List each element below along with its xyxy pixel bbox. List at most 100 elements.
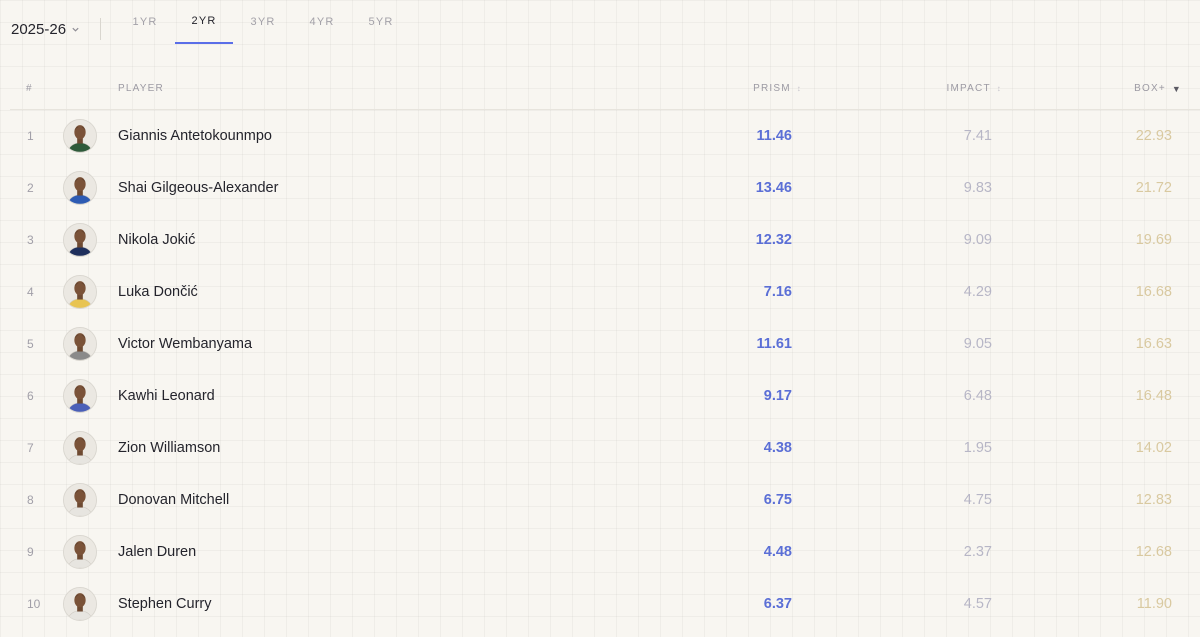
- impact-value: 6.48: [963, 388, 992, 404]
- header-rank: #: [26, 83, 33, 94]
- player-photo-icon: [64, 172, 96, 204]
- sort-descending-icon: ▼: [1171, 83, 1182, 94]
- boxplus-value: 16.63: [1135, 336, 1172, 352]
- table-row[interactable]: 6 Kawhi Leonard 9.17 6.48 16.48: [10, 370, 1200, 422]
- player-photo-icon: [64, 588, 96, 620]
- season-dropdown[interactable]: 2025-26: [11, 18, 80, 40]
- player-name[interactable]: Shai Gilgeous-Alexander: [118, 162, 278, 214]
- rank-cell: 10: [27, 597, 41, 611]
- player-photo-icon: [64, 536, 96, 568]
- leaderboard-table: # PLAYER PRISM ↕ IMPACT ↕ BOX+ ▼ 1 Gianni…: [10, 68, 1200, 630]
- player-avatar: [63, 535, 97, 569]
- player-photo-icon: [64, 276, 96, 308]
- player-name[interactable]: Kawhi Leonard: [118, 370, 215, 422]
- player-avatar: [63, 223, 97, 257]
- player-name[interactable]: Stephen Curry: [118, 578, 212, 630]
- rank-cell: 6: [27, 389, 34, 403]
- player-name[interactable]: Jalen Duren: [118, 526, 196, 578]
- player-name[interactable]: Donovan Mitchell: [118, 474, 229, 526]
- boxplus-value: 16.48: [1135, 388, 1172, 404]
- header-boxplus[interactable]: BOX+ ▼: [1134, 83, 1182, 94]
- player-avatar: [63, 587, 97, 621]
- impact-value: 4.57: [963, 596, 992, 612]
- table-row[interactable]: 1 Giannis Antetokounmpo 11.46 7.41 22.93: [10, 110, 1200, 162]
- boxplus-value: 12.83: [1135, 492, 1172, 508]
- boxplus-value: 14.02: [1135, 440, 1172, 456]
- prism-value: 13.46: [755, 180, 792, 196]
- player-avatar: [63, 379, 97, 413]
- player-photo-icon: [64, 328, 96, 360]
- table-header: # PLAYER PRISM ↕ IMPACT ↕ BOX+ ▼: [10, 68, 1200, 110]
- player-name[interactable]: Luka Dončić: [118, 266, 198, 318]
- impact-value: 9.05: [963, 336, 992, 352]
- impact-value: 4.75: [963, 492, 992, 508]
- player-avatar: [63, 119, 97, 153]
- player-photo-icon: [64, 484, 96, 516]
- table-row[interactable]: 7 Zion Williamson 4.38 1.95 14.02: [10, 422, 1200, 474]
- prism-value: 11.61: [756, 336, 793, 352]
- player-avatar: [63, 327, 97, 361]
- impact-value: 9.09: [963, 232, 992, 248]
- prism-value: 4.38: [763, 440, 792, 456]
- player-photo-icon: [64, 224, 96, 256]
- header-prism[interactable]: PRISM ↕: [753, 83, 802, 94]
- table-body: 1 Giannis Antetokounmpo 11.46 7.41 22.93 2 Sha…: [10, 110, 1200, 630]
- player-avatar: [63, 171, 97, 205]
- rank-cell: 9: [27, 545, 34, 559]
- boxplus-value: 21.72: [1135, 180, 1172, 196]
- rank-cell: 4: [27, 285, 34, 299]
- prism-value: 12.32: [755, 232, 792, 248]
- boxplus-value: 16.68: [1135, 284, 1172, 300]
- table-row[interactable]: 8 Donovan Mitchell 6.75 4.75 12.83: [10, 474, 1200, 526]
- table-row[interactable]: 10 Stephen Curry 6.37 4.57 11.90: [10, 578, 1200, 630]
- player-name[interactable]: Victor Wembanyama: [118, 318, 252, 370]
- table-row[interactable]: 5 Victor Wembanyama 11.61 9.05 16.63: [10, 318, 1200, 370]
- prism-value: 9.17: [763, 388, 792, 404]
- impact-value: 7.41: [963, 128, 992, 144]
- tab-5yr[interactable]: 5YR: [352, 0, 410, 44]
- player-avatar: [63, 275, 97, 309]
- table-row[interactable]: 3 Nikola Jokić 12.32 9.09 19.69: [10, 214, 1200, 266]
- player-avatar: [63, 431, 97, 465]
- boxplus-value: 12.68: [1135, 544, 1172, 560]
- header-rank-label: #: [26, 83, 33, 94]
- boxplus-value: 11.90: [1136, 596, 1172, 612]
- toolbar-divider: [100, 18, 101, 40]
- header-impact-label: IMPACT: [946, 83, 991, 94]
- rank-cell: 5: [27, 337, 34, 351]
- table-row[interactable]: 9 Jalen Duren 4.48 2.37 12.68: [10, 526, 1200, 578]
- rank-cell: 3: [27, 233, 34, 247]
- boxplus-value: 19.69: [1135, 232, 1172, 248]
- table-row[interactable]: 2 Shai Gilgeous-Alexander 13.46 9.83 21.72: [10, 162, 1200, 214]
- impact-value: 2.37: [963, 544, 992, 560]
- prism-value: 6.37: [763, 596, 792, 612]
- player-name[interactable]: Zion Williamson: [118, 422, 220, 474]
- tab-2yr[interactable]: 2YR: [175, 0, 233, 44]
- header-impact[interactable]: IMPACT ↕: [947, 83, 1002, 94]
- header-boxplus-label: BOX+: [1134, 83, 1166, 94]
- player-name[interactable]: Giannis Antetokounmpo: [118, 110, 272, 162]
- rank-cell: 7: [27, 441, 34, 455]
- sort-icon: ↕: [996, 84, 1002, 93]
- prism-value: 4.48: [763, 544, 792, 560]
- player-name[interactable]: Nikola Jokić: [118, 214, 195, 266]
- chevron-down-icon: [72, 27, 79, 32]
- season-label: 2025-26: [11, 20, 67, 38]
- prism-value: 7.16: [763, 284, 792, 300]
- prism-value: 11.46: [756, 128, 793, 144]
- tab-4yr[interactable]: 4YR: [293, 0, 351, 44]
- header-player-label: PLAYER: [118, 83, 164, 94]
- tab-3yr[interactable]: 3YR: [234, 0, 292, 44]
- impact-value: 1.95: [963, 440, 992, 456]
- player-photo-icon: [64, 380, 96, 412]
- player-photo-icon: [64, 432, 96, 464]
- player-photo-icon: [64, 120, 96, 152]
- rank-cell: 8: [27, 493, 34, 507]
- sort-icon: ↕: [796, 84, 802, 93]
- rank-cell: 1: [27, 129, 34, 143]
- range-tabs: 1YR 2YR 3YR 4YR 5YR: [116, 0, 411, 46]
- boxplus-value: 22.93: [1135, 128, 1172, 144]
- header-player[interactable]: PLAYER: [118, 83, 164, 94]
- tab-1yr[interactable]: 1YR: [116, 0, 174, 44]
- table-row[interactable]: 4 Luka Dončić 7.16 4.29 16.68: [10, 266, 1200, 318]
